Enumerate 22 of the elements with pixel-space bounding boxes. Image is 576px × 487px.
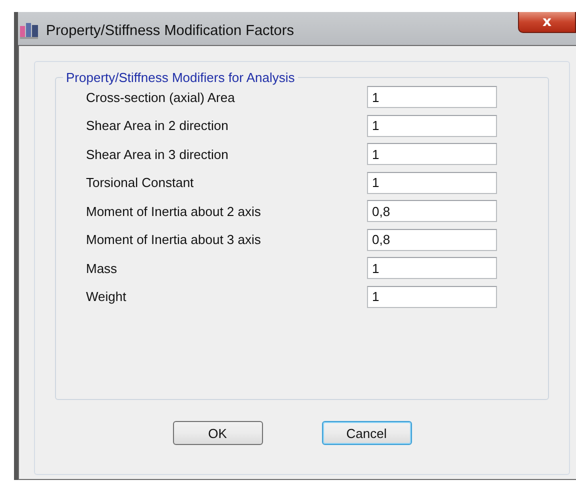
field-label: Moment of Inertia about 3 axis bbox=[86, 232, 262, 247]
input-field[interactable]: 0,8 bbox=[367, 200, 497, 222]
input-field[interactable]: 1 bbox=[367, 172, 497, 194]
input-field[interactable]: 1 bbox=[367, 257, 497, 279]
input-field[interactable]: 0,8 bbox=[367, 228, 497, 250]
close-button[interactable]: x bbox=[518, 12, 576, 33]
input-field[interactable]: 1 bbox=[367, 143, 497, 165]
field-label: Moment of Inertia about 2 axis bbox=[86, 204, 262, 218]
input-field[interactable]: 1 bbox=[367, 86, 497, 108]
field-label: Shear Area in 3 direction bbox=[86, 146, 230, 162]
field-label: Mass bbox=[86, 260, 118, 276]
field-label: Weight bbox=[86, 289, 128, 304]
window-title: Property/Stiffness Modification Factors bbox=[46, 22, 294, 38]
group-title: Property/Stiffness Modifiers for Analysis bbox=[65, 70, 296, 85]
app-icon bbox=[20, 22, 40, 40]
field-label: Cross-section (axial) Area bbox=[86, 90, 236, 104]
field-label: Torsional Constant bbox=[86, 175, 195, 190]
field-label: Shear Area in 2 direction bbox=[86, 118, 230, 133]
input-field[interactable]: 1 bbox=[367, 286, 497, 308]
ok-button[interactable]: OK bbox=[172, 421, 262, 445]
input-field[interactable]: 1 bbox=[367, 114, 497, 136]
cancel-button[interactable]: Cancel bbox=[322, 421, 412, 445]
